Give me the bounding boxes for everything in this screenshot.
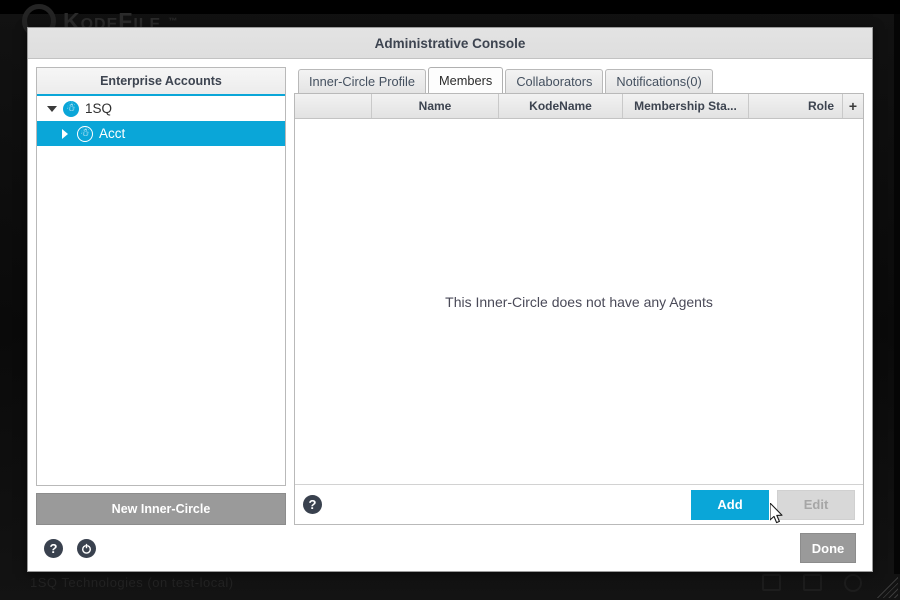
chevron-right-icon[interactable] <box>61 128 71 139</box>
add-column-icon[interactable]: + <box>843 94 863 118</box>
administrative-console-dialog: Administrative Console Enterprise Accoun… <box>27 27 873 572</box>
power-icon[interactable] <box>77 538 96 558</box>
window-icon <box>803 574 822 591</box>
tree-item-label: Acct <box>99 126 126 141</box>
window-icon <box>762 574 781 591</box>
edit-button: Edit <box>777 489 855 520</box>
desktop-background: KodeFile ™ 1SQ Technologies (on test-loc… <box>0 0 900 600</box>
help-icon[interactable]: ? <box>303 495 322 514</box>
tab-bar: Inner-Circle Profile Members Collaborato… <box>294 67 864 93</box>
dialog-titlebar: Administrative Console <box>28 28 872 59</box>
help-icon[interactable]: ? <box>44 538 63 558</box>
tab-inner-circle-profile[interactable]: Inner-Circle Profile <box>298 69 426 93</box>
page-title: Administrative Console <box>374 35 526 51</box>
circle-icon <box>844 574 862 592</box>
main-content: Inner-Circle Profile Members Collaborato… <box>294 67 864 525</box>
resize-grip-icon[interactable] <box>874 574 898 598</box>
add-button[interactable]: Add <box>691 489 769 520</box>
done-button[interactable]: Done <box>800 533 856 563</box>
enterprise-accounts-panel: Enterprise Accounts ☃ 1SQ ☃ Acct <box>36 67 286 486</box>
desktop-status-text: 1SQ Technologies (on test-local) <box>30 575 234 590</box>
members-table-body: This Inner-Circle does not have any Agen… <box>295 119 863 484</box>
members-tab-panel: Name KodeName Membership Sta... Role + T… <box>294 93 864 525</box>
column-header-kodename[interactable]: KodeName <box>499 94 623 118</box>
enterprise-accounts-tree[interactable]: ☃ 1SQ ☃ Acct <box>37 96 285 485</box>
trademark-symbol: ™ <box>168 16 178 26</box>
members-table-header: Name KodeName Membership Sta... Role + <box>295 94 863 119</box>
group-users-icon: ☃ <box>63 100 79 117</box>
column-header-name[interactable]: Name <box>372 94 499 118</box>
column-header-blank[interactable] <box>295 94 372 118</box>
tree-item-acct[interactable]: ☃ Acct <box>37 121 285 146</box>
dialog-body: Enterprise Accounts ☃ 1SQ ☃ Acct New Inn… <box>28 59 872 525</box>
tab-members[interactable]: Members <box>427 67 504 93</box>
column-header-role[interactable]: Role <box>749 94 843 118</box>
desktop-tray <box>762 574 862 592</box>
chevron-down-icon[interactable] <box>47 104 57 114</box>
members-action-bar: ? Add Edit <box>295 484 863 524</box>
dialog-footer: ? Done <box>28 525 872 571</box>
empty-state-message: This Inner-Circle does not have any Agen… <box>445 293 713 310</box>
sidebar-header: Enterprise Accounts <box>37 68 285 96</box>
tree-item-label: 1SQ <box>85 101 113 116</box>
column-header-membership-status[interactable]: Membership Sta... <box>623 94 749 118</box>
desktop-right-edge <box>894 14 900 574</box>
tab-collaborators[interactable]: Collaborators <box>505 69 604 93</box>
new-inner-circle-button[interactable]: New Inner-Circle <box>36 493 286 525</box>
tree-item-1sq[interactable]: ☃ 1SQ <box>37 96 285 121</box>
tab-notifications[interactable]: Notifications(0) <box>605 69 713 93</box>
group-users-outline-icon: ☃ <box>77 125 93 142</box>
sidebar: Enterprise Accounts ☃ 1SQ ☃ Acct New Inn… <box>36 67 286 525</box>
